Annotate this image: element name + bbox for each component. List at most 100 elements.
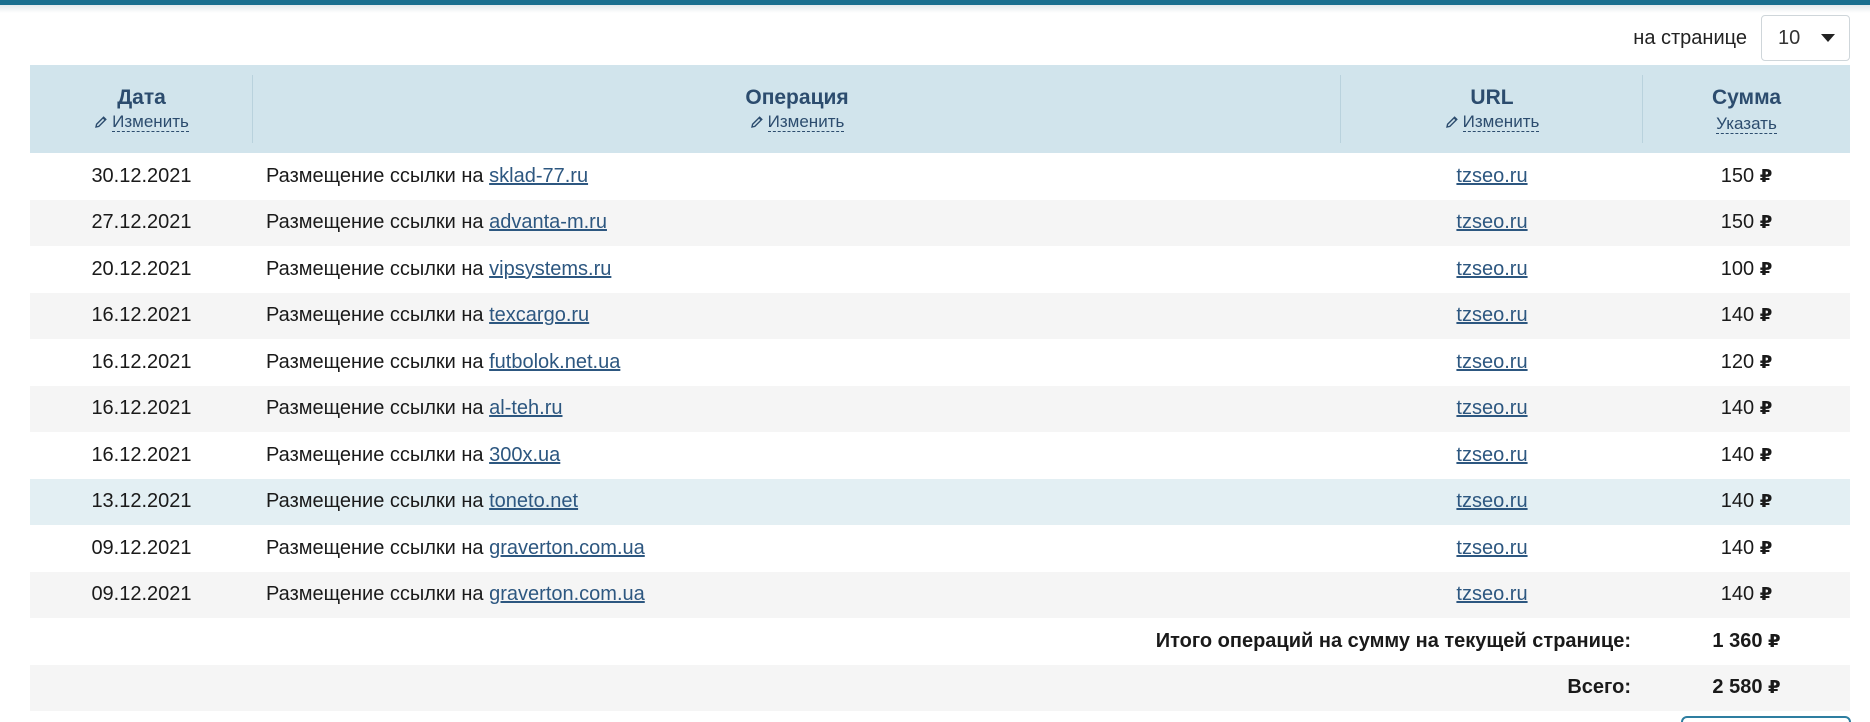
total-all-amount: 2 580 ₽ <box>1643 665 1850 712</box>
row-date: 16.12.2021 <box>91 350 192 373</box>
row-site-link[interactable]: al-teh.ru <box>489 397 562 419</box>
row-url-link[interactable]: tzseo.ru <box>1456 351 1527 373</box>
row-amount: 150 ₽ <box>1643 200 1850 247</box>
table-row: 13.12.2021 Размещение ссылки на toneto.ne… <box>30 478 1850 526</box>
row-date: 20.12.2021 <box>91 257 192 280</box>
row-date: 16.12.2021 <box>91 397 192 420</box>
row-amount: 140 ₽ <box>1643 525 1850 572</box>
row-url-link[interactable]: tzseo.ru <box>1456 165 1527 187</box>
pencil-icon <box>95 115 107 128</box>
row-operation: Размещение ссылки на graverton.com.ua <box>253 572 1341 619</box>
row-operation-text: Размещение ссылки на <box>266 257 484 280</box>
ruble-sign: ₽ <box>1768 677 1781 698</box>
row-url-link[interactable]: tzseo.ru <box>1456 444 1527 466</box>
row-url-link[interactable]: tzseo.ru <box>1456 583 1527 605</box>
per-page-value: 10 <box>1778 26 1801 49</box>
row-operation-text: Размещение ссылки на <box>266 397 484 420</box>
edit-date-filter[interactable]: Изменить <box>94 112 189 132</box>
table-row: 30.12.2021 Размещение ссылки на sklad-77.… <box>30 153 1850 200</box>
edit-date-label: Изменить <box>112 111 189 132</box>
row-url: tzseo.ru <box>1341 339 1643 386</box>
row-amount-value: 120 <box>1720 350 1755 373</box>
ruble-sign: ₽ <box>1759 212 1773 233</box>
row-amount-value: 100 <box>1720 257 1755 280</box>
row-url: tzseo.ru <box>1341 386 1643 433</box>
ruble-sign: ₽ <box>1759 351 1773 372</box>
row-url-link[interactable]: tzseo.ru <box>1456 397 1527 419</box>
column-title-date: Дата <box>117 85 166 109</box>
row-site-link[interactable]: advanta-m.ru <box>489 211 607 233</box>
edit-operation-filter[interactable]: Изменить <box>750 112 845 132</box>
per-page-control: на странице 10 <box>1633 15 1850 61</box>
ruble-sign: ₽ <box>1759 537 1773 558</box>
row-date: 16.12.2021 <box>91 304 192 327</box>
row-url-link[interactable]: tzseo.ru <box>1456 211 1527 233</box>
total-page-value: 1 360 <box>1712 629 1763 652</box>
row-amount: 150 ₽ <box>1643 153 1850 200</box>
column-header-url: URL Изменить <box>1341 65 1643 153</box>
row-url: tzseo.ru <box>1341 432 1643 479</box>
row-amount: 140 ₽ <box>1643 293 1850 340</box>
row-operation-text: Размещение ссылки на <box>266 304 484 327</box>
per-page-select[interactable]: 10 <box>1761 15 1850 61</box>
top-bar-shadow <box>0 5 1870 13</box>
row-operation-text: Размещение ссылки на <box>266 536 484 559</box>
total-all-row: Всего: 2 580 ₽ <box>30 664 1850 712</box>
table-body: 30.12.2021 Размещение ссылки на sklad-77.… <box>30 153 1850 711</box>
row-url-link[interactable]: tzseo.ru <box>1456 304 1527 326</box>
total-all-label: Всего: <box>1567 676 1631 699</box>
partial-button[interactable] <box>1681 716 1851 722</box>
row-operation: Размещение ссылки на advanta-m.ru <box>253 200 1341 247</box>
row-url: tzseo.ru <box>1341 572 1643 619</box>
row-url: tzseo.ru <box>1341 200 1643 247</box>
row-site-link[interactable]: texcargo.ru <box>489 304 589 326</box>
ruble-sign: ₽ <box>1759 258 1773 279</box>
row-url: tzseo.ru <box>1341 246 1643 293</box>
ruble-sign: ₽ <box>1759 398 1773 419</box>
ruble-sign: ₽ <box>1759 584 1773 605</box>
row-url-link[interactable]: tzseo.ru <box>1456 490 1527 512</box>
row-date: 13.12.2021 <box>91 490 192 513</box>
ruble-sign: ₽ <box>1759 305 1773 326</box>
row-operation: Размещение ссылки на vipsystems.ru <box>253 246 1341 293</box>
row-operation: Размещение ссылки на al-teh.ru <box>253 386 1341 433</box>
chevron-down-icon <box>1821 34 1835 42</box>
row-operation-text: Размещение ссылки на <box>266 583 484 606</box>
row-site-link[interactable]: vipsystems.ru <box>489 258 611 280</box>
column-title-sum: Сумма <box>1711 85 1782 109</box>
set-sum-label: Указать <box>1716 113 1777 134</box>
total-all-value: 2 580 <box>1712 676 1763 699</box>
pencil-icon <box>1445 115 1458 128</box>
edit-url-label: Изменить <box>1462 111 1540 132</box>
row-date: 09.12.2021 <box>91 536 192 559</box>
row-site-link[interactable]: toneto.net <box>489 490 578 512</box>
row-url-link[interactable]: tzseo.ru <box>1456 258 1527 280</box>
row-site-link[interactable]: sklad-77.ru <box>489 165 588 187</box>
row-url: tzseo.ru <box>1341 153 1643 200</box>
table-row: 27.12.2021 Размещение ссылки на advanta-m… <box>30 199 1850 247</box>
row-url: tzseo.ru <box>1341 479 1643 526</box>
table-row: 09.12.2021 Размещение ссылки на graverton… <box>30 571 1850 619</box>
edit-url-filter[interactable]: Изменить <box>1445 112 1540 132</box>
column-title-operation: Операция <box>745 85 849 109</box>
row-site-link[interactable]: futbolok.net.ua <box>489 351 620 373</box>
table-row: 16.12.2021 Размещение ссылки на texcargo.… <box>30 292 1850 340</box>
per-page-label: на странице <box>1633 26 1747 49</box>
pencil-icon <box>750 115 763 128</box>
row-url-link[interactable]: tzseo.ru <box>1456 537 1527 559</box>
edit-operation-label: Изменить <box>767 111 845 132</box>
column-header-date: Дата Изменить <box>30 65 253 153</box>
row-amount: 100 ₽ <box>1643 246 1850 293</box>
row-amount: 140 ₽ <box>1643 386 1850 433</box>
row-site-link[interactable]: 300x.ua <box>489 444 560 466</box>
set-sum-filter[interactable]: Указать <box>1716 114 1777 134</box>
row-site-link[interactable]: graverton.com.ua <box>489 583 645 605</box>
row-date: 09.12.2021 <box>91 583 192 606</box>
table-row: 16.12.2021 Размещение ссылки на futbolok.… <box>30 339 1850 386</box>
row-operation-text: Размещение ссылки на <box>266 443 484 466</box>
table-row: 20.12.2021 Размещение ссылки на vipsystem… <box>30 246 1850 293</box>
row-amount: 140 ₽ <box>1643 479 1850 526</box>
row-amount: 120 ₽ <box>1643 339 1850 386</box>
row-site-link[interactable]: graverton.com.ua <box>489 537 645 559</box>
row-date: 30.12.2021 <box>91 164 192 187</box>
